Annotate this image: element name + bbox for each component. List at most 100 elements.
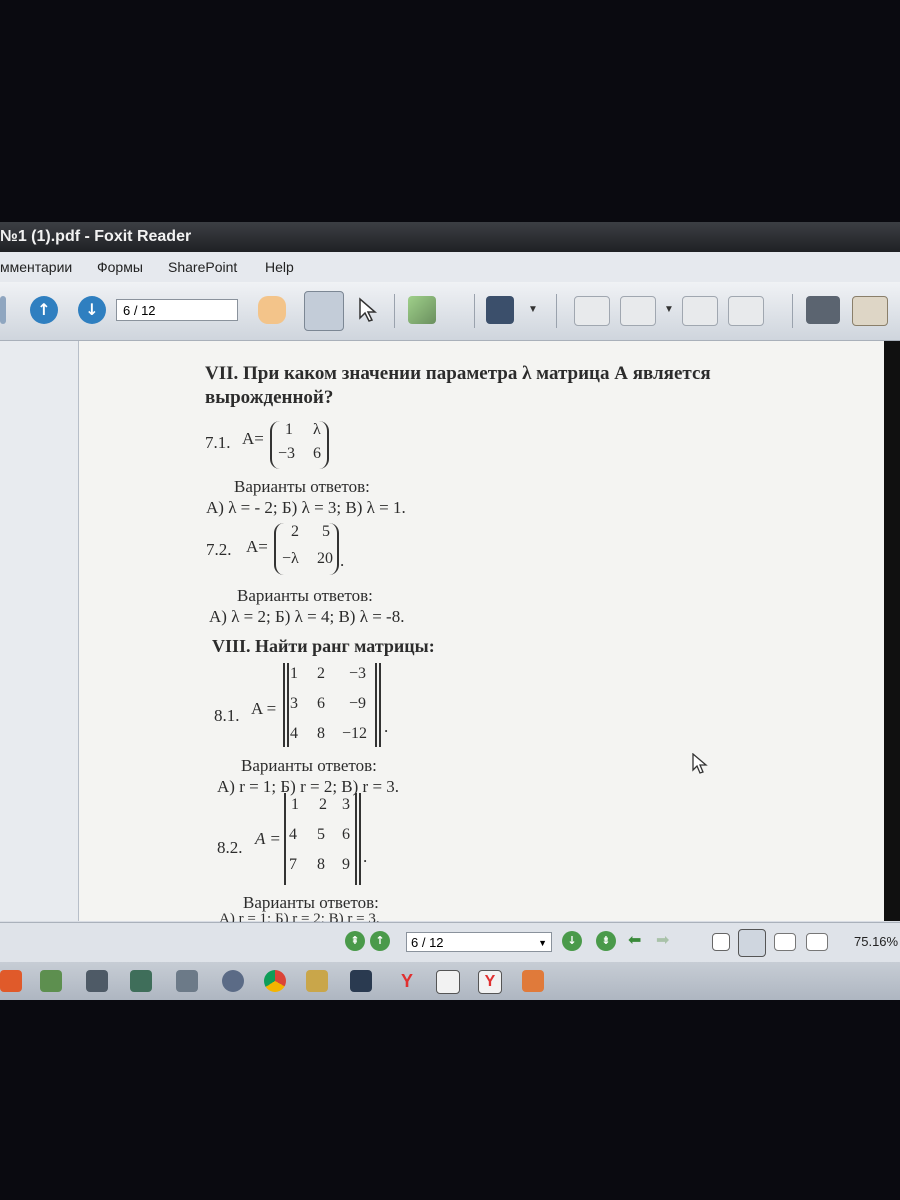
section-viii-title: VIII. Найти ранг матрицы: — [212, 636, 435, 656]
yandex-icon[interactable]: Y — [396, 970, 418, 992]
matrix-cell: 6 — [342, 826, 350, 843]
chevron-down-icon[interactable]: ▼ — [528, 296, 538, 324]
toolbar: ↑ ↓ 6 / 12 ▼ ▼ — [0, 282, 900, 341]
matrix-cell: 4 — [289, 826, 297, 843]
foxit-icon[interactable] — [0, 970, 22, 992]
matrix-right-paren — [319, 421, 329, 469]
matrix-cell: 8 — [317, 725, 325, 742]
app-icon[interactable] — [86, 970, 108, 992]
problem-8-2-prefix: A = — [255, 829, 281, 848]
matrix-cell: 9 — [342, 856, 350, 873]
problem-8-1-prefix: A = — [251, 699, 277, 718]
print-icon[interactable] — [806, 296, 840, 324]
toolbar-edge — [0, 296, 6, 324]
foxit-sign-icon[interactable] — [486, 296, 514, 324]
pdf-page: VII. При каком значении параметра λ матр… — [79, 341, 889, 927]
toolbar-separator — [394, 294, 395, 328]
matrix-cell: −λ — [282, 550, 299, 567]
matrix-cell: 7 — [289, 856, 297, 873]
windows-taskbar: Y Y — [0, 962, 900, 1000]
pdf-icon[interactable] — [522, 970, 544, 992]
back-arrow-icon[interactable]: ⬅ — [628, 931, 652, 951]
problem-8-1-label: 8.1. — [214, 706, 240, 725]
continuous-facing-view-icon[interactable] — [806, 933, 828, 951]
matrix-cell: 4 — [290, 725, 298, 742]
matrix-cell: 1 — [290, 665, 298, 682]
yandex-icon[interactable]: Y — [478, 970, 502, 994]
app-icon[interactable] — [40, 970, 62, 992]
app-icon[interactable] — [176, 970, 198, 992]
facing-view-icon[interactable] — [774, 933, 796, 951]
menu-sharepoint[interactable]: SharePoint — [168, 259, 237, 275]
matrix-left-bar — [284, 793, 286, 885]
matrix-cell: 8 — [317, 856, 325, 873]
mouse-pointer-icon — [691, 752, 709, 780]
select-text-tool-icon[interactable] — [304, 291, 344, 331]
matrix-cell: −3 — [278, 445, 296, 462]
single-page-view-icon[interactable] — [712, 933, 730, 951]
variants-heading: Варианты ответов: — [243, 893, 379, 912]
menu-bar: мментарии Формы SharePoint Help — [0, 252, 900, 282]
previous-page-button[interactable]: ↑ — [30, 296, 58, 324]
section-vii-title: VII. При каком значении параметра λ матр… — [205, 363, 711, 384]
problem-7-1-label: 7.1. — [205, 433, 231, 452]
matrix-cell: 1 — [285, 421, 293, 438]
document-icon[interactable] — [436, 970, 460, 994]
toolbar-separator — [556, 294, 557, 328]
period: . — [340, 551, 345, 570]
page-selector[interactable]: 6 / 12 ▼ — [406, 932, 552, 952]
menu-forms[interactable]: Формы — [97, 259, 143, 275]
chrome-icon[interactable] — [264, 970, 286, 992]
page-selector-value: 6 / 12 — [411, 935, 444, 950]
chevron-down-icon: ▼ — [538, 938, 547, 948]
menu-help[interactable]: Help — [265, 259, 294, 275]
section-vii-title-cont: вырожденной? — [205, 387, 334, 408]
annotate-tool-icon[interactable] — [408, 296, 436, 324]
app-icon[interactable] — [222, 970, 244, 992]
variants-heading: Варианты ответов: — [237, 586, 373, 605]
hand-tool-icon[interactable] — [258, 296, 286, 324]
matrix-right-bar — [359, 793, 361, 885]
app-icon[interactable] — [306, 970, 328, 992]
zoom-level[interactable]: 75.16% — [854, 934, 898, 949]
typewriter-icon[interactable] — [852, 296, 888, 326]
matrix-left-bar — [283, 663, 285, 747]
matrix-right-bar — [375, 663, 377, 747]
pdf-scan-icon[interactable] — [620, 296, 656, 326]
window-title: №1 (1).pdf - Foxit Reader — [0, 228, 192, 245]
page-number-input[interactable]: 6 / 12 — [116, 299, 238, 321]
matrix-cell: 3 — [290, 695, 298, 712]
matrix-right-paren — [329, 523, 339, 575]
pdf-create-icon[interactable] — [574, 296, 610, 326]
matrix-left-bar — [287, 663, 289, 747]
toolbar-separator — [474, 294, 475, 328]
wifi-icon[interactable] — [350, 970, 372, 992]
chevron-down-icon[interactable]: ▼ — [664, 296, 674, 324]
variants-heading: Варианты ответов: — [241, 756, 377, 775]
document-view[interactable]: VII. При каком значении параметра λ матр… — [79, 341, 889, 927]
matrix-cell: 1 — [291, 796, 299, 813]
prev-page-button[interactable]: ↑ — [370, 931, 390, 951]
pdf-convert-icon[interactable] — [728, 296, 764, 326]
matrix-cell: 3 — [342, 796, 350, 813]
matrix-right-bar — [355, 793, 357, 885]
select-pointer-icon[interactable] — [354, 296, 382, 324]
window-title-bar: №1 (1).pdf - Foxit Reader — [0, 222, 900, 252]
vertical-scrollbar[interactable] — [884, 341, 900, 921]
continuous-view-icon[interactable] — [738, 929, 766, 957]
problem-7-2-prefix: A= — [246, 537, 268, 556]
next-page-button[interactable]: ↓ — [78, 296, 106, 324]
status-bar: ⇞ ↑ 6 / 12 ▼ ↓ ⇟ ⬅ ➡ 75.16% — [0, 922, 900, 963]
next-page-button[interactable]: ↓ — [562, 931, 582, 951]
app-icon[interactable] — [130, 970, 152, 992]
matrix-cell: 2 — [291, 523, 299, 540]
menu-comments[interactable]: мментарии — [0, 259, 72, 275]
last-page-button[interactable]: ⇟ — [596, 931, 616, 951]
forward-arrow-icon[interactable]: ➡ — [656, 931, 680, 951]
pdf-export-icon[interactable] — [682, 296, 718, 326]
answer-options: А) r = 1; Б) r = 2; В) r = 3. — [217, 777, 400, 796]
navigation-panel — [0, 341, 79, 921]
first-page-button[interactable]: ⇞ — [345, 931, 365, 951]
answer-options: А) λ = 2; Б) λ = 4; В) λ = -8. — [209, 607, 405, 626]
problem-8-2-label: 8.2. — [217, 838, 243, 857]
